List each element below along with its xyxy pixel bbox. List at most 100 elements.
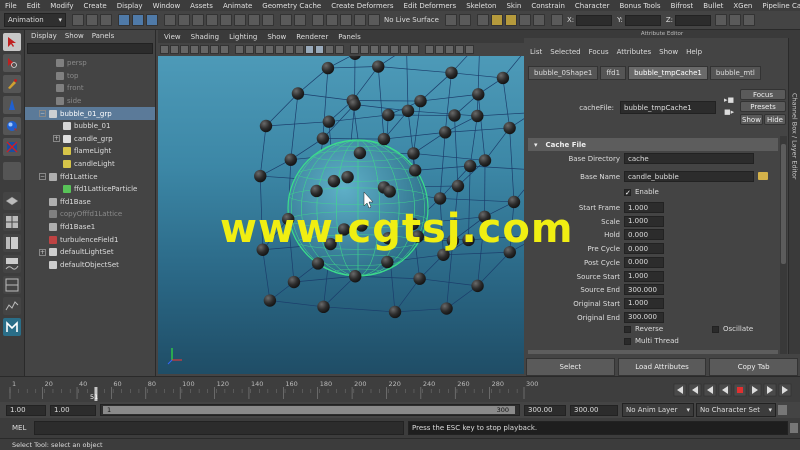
four-view-layout-icon[interactable] [3, 213, 21, 231]
select-tool-icon[interactable] [3, 33, 21, 51]
lattice-point[interactable] [414, 94, 427, 108]
cache-field-value[interactable]: 1.000 [624, 215, 664, 227]
render-frame-icon[interactable] [490, 14, 503, 26]
lattice-point[interactable] [327, 174, 341, 188]
lattice-point[interactable] [408, 164, 422, 177]
lattice-point[interactable] [381, 255, 394, 269]
menu-display[interactable]: Display [112, 2, 148, 10]
character-set-dropdown[interactable]: No Character Set ▾ [696, 403, 776, 417]
viewport-tool-icon[interactable] [370, 45, 379, 54]
step-back-frame-icon[interactable] [703, 383, 717, 397]
menu-window[interactable]: Window [148, 2, 186, 10]
channel-box-side-tab[interactable]: Channel Box / Layer Editor [788, 38, 800, 354]
range-slider-handle[interactable] [103, 406, 515, 414]
outliner-menu-panels[interactable]: Panels [92, 32, 115, 40]
viewport-menu-panels[interactable]: Panels [338, 33, 361, 41]
menu-character[interactable]: Character [570, 2, 615, 10]
collapse-icon[interactable]: − [39, 110, 46, 118]
lattice-point[interactable] [341, 170, 354, 184]
snap-grid-icon[interactable] [312, 14, 324, 26]
viewport-menu-shading[interactable]: Shading [191, 33, 219, 41]
viewport-tool-icon[interactable] [425, 45, 434, 54]
select-handles-icon[interactable] [164, 14, 176, 26]
cache-field-value[interactable]: 300.000 [624, 311, 664, 323]
new-scene-icon[interactable] [72, 14, 84, 26]
select-surfaces-icon[interactable] [206, 14, 218, 26]
outliner-item[interactable]: − bubble_01_grp [25, 107, 155, 120]
lattice-point[interactable] [349, 270, 362, 283]
playback-start-field[interactable]: 1.00 [50, 404, 96, 416]
graph-layout-icon[interactable] [3, 297, 21, 315]
select-curves-icon[interactable] [192, 14, 204, 26]
input-connection-icon[interactable]: ▸■ [724, 96, 734, 104]
menu-bifrost[interactable]: Bifrost [666, 2, 699, 10]
output-connection-icon[interactable]: ■▸ [724, 108, 734, 116]
lattice-point[interactable] [440, 302, 453, 315]
menu-edit-deformers[interactable]: Edit Deformers [399, 2, 462, 10]
multi-thread-checkbox[interactable]: Multi Thread [624, 337, 679, 345]
outliner-item[interactable]: side [25, 95, 155, 108]
time-slider-ruler[interactable]: 1 20 40 60 80 100 120 140 160 180 200 220 240 260 280 3… [0, 377, 800, 403]
scale-tool-icon[interactable] [3, 138, 21, 156]
viewport-tool-icon[interactable] [400, 45, 409, 54]
script-language-toggle[interactable]: MEL [0, 424, 26, 432]
lattice-point[interactable] [353, 146, 367, 160]
menu-constrain[interactable]: Constrain [526, 2, 570, 10]
viewport-tool-icon[interactable] [220, 45, 229, 54]
viewport-tool-icon[interactable] [285, 45, 294, 54]
viewport-tool-icon[interactable] [390, 45, 399, 54]
viewport-tool-icon[interactable] [325, 45, 334, 54]
attribute-editor-scrollbar[interactable] [780, 136, 787, 354]
script-editor-icon[interactable] [790, 423, 798, 433]
ipr-render-icon[interactable] [504, 14, 517, 26]
outliner-menu-show[interactable]: Show [65, 32, 84, 40]
outliner-item[interactable]: ffd1LatticeParticle [25, 183, 155, 196]
menu-bonus-tools[interactable]: Bonus Tools [614, 2, 665, 10]
presets-button[interactable]: Presets [740, 101, 786, 112]
snap-curve-icon[interactable] [326, 14, 338, 26]
outliner-item[interactable]: defaultObjectSet [25, 259, 155, 272]
outliner-item[interactable]: turbulenceField1 [25, 233, 155, 246]
y-field[interactable] [624, 14, 661, 26]
go-to-start-icon[interactable] [673, 383, 687, 397]
viewport-tool-icon[interactable] [170, 45, 179, 54]
menu-geometry-cache[interactable]: Geometry Cache [257, 2, 326, 10]
outliner-item[interactable]: top [25, 70, 155, 83]
input-ops-icon[interactable] [444, 14, 457, 26]
menu-xgen[interactable]: XGen [728, 2, 757, 10]
hypershade-layout-icon[interactable] [3, 276, 21, 294]
select-rendering-icon[interactable] [248, 14, 260, 26]
cachefile-name-field[interactable]: bubble_tmpCache1 [620, 101, 716, 114]
menu-animate[interactable]: Animate [218, 2, 257, 10]
menu-create-deformers[interactable]: Create Deformers [326, 2, 398, 10]
toggle-sidebar-icon[interactable] [714, 14, 727, 26]
ae-menu-list[interactable]: List [530, 48, 542, 56]
menu-set-dropdown[interactable]: Animation ▾ [4, 13, 66, 27]
viewport-tool-icon[interactable] [180, 45, 189, 54]
lattice-point[interactable] [321, 61, 335, 75]
select-hierarchy-icon[interactable] [118, 14, 130, 26]
render-settings-icon[interactable] [518, 14, 531, 26]
lattice-point[interactable] [496, 71, 510, 85]
single-perspective-layout-icon[interactable] [3, 192, 21, 210]
step-back-key-icon[interactable] [688, 383, 702, 397]
lattice-point[interactable] [407, 147, 420, 160]
ae-tab[interactable]: bubble_tmpCache1 [628, 66, 708, 80]
viewport-tool-icon[interactable] [200, 45, 209, 54]
snap-point-icon[interactable] [340, 14, 352, 26]
output-ops-icon[interactable] [458, 14, 471, 26]
cache-field-value[interactable]: 0.000 [624, 243, 664, 255]
expand-icon[interactable]: + [39, 248, 46, 256]
outliner-filter-input[interactable] [27, 43, 153, 54]
expand-icon[interactable]: + [53, 135, 60, 143]
select-misc-icon[interactable] [262, 14, 274, 26]
lattice-point[interactable] [401, 104, 415, 118]
menu-create[interactable]: Create [78, 2, 111, 10]
viewport-tool-icon[interactable] [235, 45, 244, 54]
viewport-tool-icon[interactable] [210, 45, 219, 54]
menu-pipeline-cache[interactable]: Pipeline Cache [757, 2, 800, 10]
select-button[interactable]: Select [526, 358, 615, 376]
lattice-point[interactable] [478, 154, 492, 167]
select-object-icon[interactable] [132, 14, 144, 26]
paint-select-tool-icon[interactable] [3, 75, 21, 93]
